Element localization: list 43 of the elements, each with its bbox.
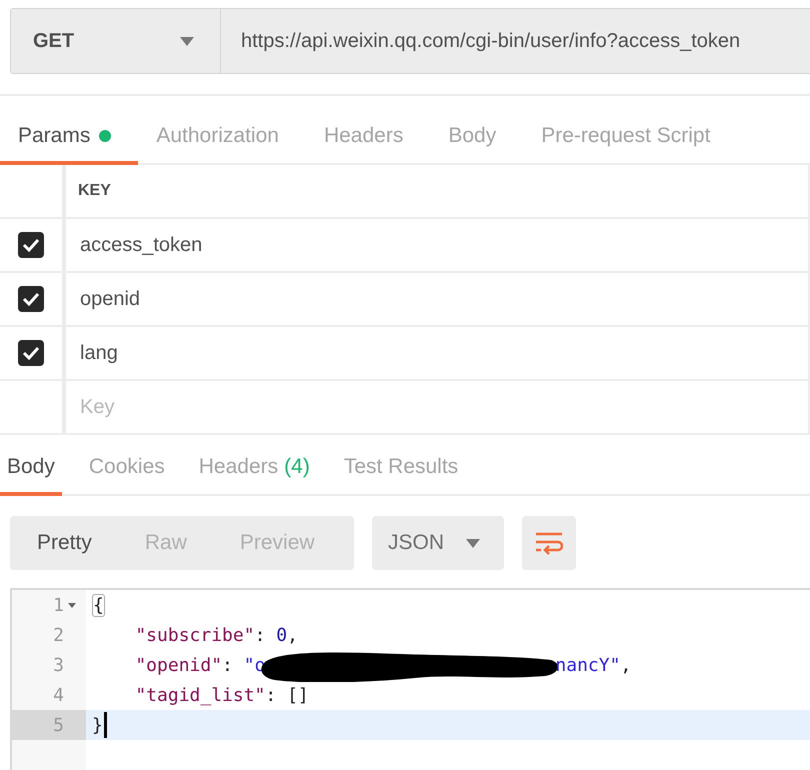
line-number: 2 [53, 624, 64, 646]
checkmark-icon [22, 238, 40, 252]
line-number: 4 [53, 684, 64, 706]
response-tab[interactable]: Cookies [82, 455, 172, 496]
code-key: "subscribe" [92, 624, 255, 646]
caret-icon [466, 538, 480, 548]
checkbox[interactable] [18, 286, 44, 312]
format-dropdown[interactable]: JSON [372, 516, 504, 570]
code-punct: : [222, 654, 234, 676]
code-punct: : [254, 624, 266, 646]
line-number: 3 [53, 654, 64, 676]
wrap-button[interactable] [522, 516, 576, 570]
request-tab[interactable]: Body [430, 124, 524, 165]
code-punct: , [287, 624, 298, 646]
response-tab[interactable]: Headers (4) [192, 455, 317, 496]
request-tab[interactable]: Pre-request Script [523, 124, 738, 165]
request-tab[interactable]: Authorization [138, 124, 306, 165]
code-string: nancY" [555, 654, 620, 676]
checkbox[interactable] [18, 340, 44, 366]
request-tab[interactable]: Headers [306, 124, 430, 165]
code-number: 0 [276, 624, 288, 646]
checkmark-icon [22, 292, 40, 306]
fold-icon[interactable] [68, 602, 76, 608]
checkmark-icon [22, 346, 40, 360]
code-punct: : [265, 684, 278, 706]
view-mode-button[interactable]: Pretty [10, 516, 118, 570]
wrap-icon [535, 531, 563, 555]
response-tab[interactable]: Body [0, 455, 62, 496]
code-key: "openid" [92, 654, 222, 676]
line-number: 5 [53, 714, 64, 736]
code-key: "tagid_list" [92, 684, 266, 706]
code-punct: , [620, 654, 632, 676]
checkbox[interactable] [18, 232, 44, 258]
param-key[interactable]: openid [66, 273, 810, 325]
request-tab[interactable]: Params [0, 124, 138, 165]
line-number: 1 [53, 594, 64, 616]
code-bracket: } [92, 714, 103, 736]
param-key[interactable]: lang [66, 327, 810, 379]
code-bracket: { [92, 594, 105, 616]
column-header: KEY [66, 165, 810, 217]
response-tab[interactable]: Test Results [336, 455, 466, 496]
code-bracket: [] [287, 684, 309, 706]
param-key[interactable]: access_token [66, 219, 810, 271]
